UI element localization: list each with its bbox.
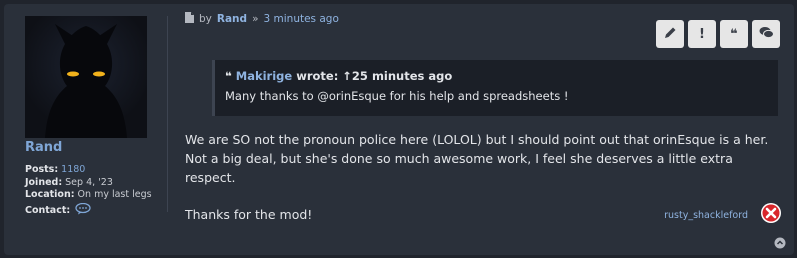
location-value: On my last legs <box>77 189 152 200</box>
avatar[interactable] <box>25 16 147 138</box>
report-close-icon[interactable] <box>760 202 782 228</box>
joined-value: Sep 4, '23 <box>65 177 113 188</box>
quote-wrote-label: wrote: <box>296 69 339 83</box>
contact-bubble-icon[interactable] <box>75 202 91 218</box>
quote-mark-icon: ❝ <box>225 69 232 83</box>
post-meta-separator: » <box>252 13 259 25</box>
posts-label: Posts: <box>25 164 59 175</box>
document-icon[interactable] <box>185 12 194 26</box>
joined-label: Joined: <box>25 177 63 188</box>
quote-time-link[interactable]: ↑25 minutes ago <box>342 69 452 83</box>
comments-icon <box>759 26 774 43</box>
location-label: Location: <box>25 189 75 200</box>
profile-contact: Contact: <box>25 202 91 218</box>
profile-divider <box>167 16 168 212</box>
post-meta: by Rand » 3 minutes ago <box>185 12 339 26</box>
pencil-icon <box>664 26 677 43</box>
quote-button[interactable]: ❝ <box>720 20 748 48</box>
post-actions: ! ❝ <box>656 20 780 48</box>
comments-button[interactable] <box>752 20 780 48</box>
post-time-link[interactable]: 3 minutes ago <box>264 13 339 25</box>
blockquote: ❝ Makirige wrote: ↑25 minutes ago Many t… <box>212 60 778 116</box>
exclamation-icon: ! <box>699 26 705 42</box>
posts-count-link[interactable]: 1180 <box>61 164 85 175</box>
content-line-2: Not a big deal, but she's done so much a… <box>185 151 733 185</box>
profile-joined: Joined: Sep 4, '23 <box>25 177 113 188</box>
profile-posts: Posts: 1180 <box>25 164 85 175</box>
back-to-top-icon[interactable] <box>774 234 786 253</box>
quote-author-link[interactable]: Makirige <box>236 69 292 83</box>
report-username-link[interactable]: rusty_shackleford <box>664 210 748 221</box>
quote-icon: ❝ <box>730 26 738 42</box>
post-container: Rand Posts: 1180 Joined: Sep 4, '23 Loca… <box>4 4 794 255</box>
edit-button[interactable] <box>656 20 684 48</box>
quote-header: ❝ Makirige wrote: ↑25 minutes ago <box>225 69 778 83</box>
profile-location: Location: On my last legs <box>25 189 152 200</box>
contact-label: Contact: <box>25 205 71 216</box>
report-button[interactable]: ! <box>688 20 716 48</box>
profile-username[interactable]: Rand <box>25 140 62 155</box>
post-by-label: by <box>199 13 212 25</box>
content-line-1: We are SO not the pronoun police here (L… <box>185 132 769 147</box>
post-author-link[interactable]: Rand <box>217 13 247 25</box>
quote-text: Many thanks to @orinEsque for his help a… <box>225 89 569 103</box>
